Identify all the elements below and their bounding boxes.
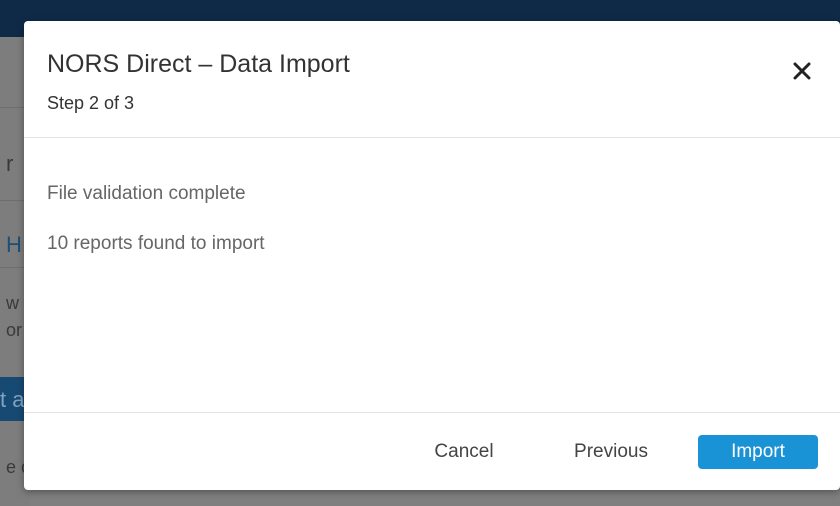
import-button[interactable]: Import (698, 435, 818, 469)
background-text-fragment: r (6, 151, 14, 176)
dialog-footer: Cancel Previous Import (24, 412, 840, 491)
background-text-fragment: or (6, 320, 23, 340)
background-link-fragment: H (6, 232, 22, 257)
dialog-body: File validation complete 10 reports foun… (24, 138, 840, 412)
close-button[interactable] (788, 57, 816, 85)
validation-status-text: File validation complete (47, 183, 246, 204)
dialog-title: NORS Direct – Data Import (47, 50, 350, 78)
cancel-button[interactable]: Cancel (432, 435, 496, 469)
step-indicator: Step 2 of 3 (47, 93, 135, 113)
data-import-dialog: NORS Direct – Data Import Step 2 of 3 Fi… (24, 21, 840, 490)
close-icon (793, 62, 811, 80)
background-text-fragment: w (6, 293, 19, 313)
dialog-header: NORS Direct – Data Import Step 2 of 3 (24, 21, 840, 138)
reports-found-text: 10 reports found to import (47, 233, 265, 254)
previous-button[interactable]: Previous (568, 435, 654, 469)
background-button-fragment: t a (0, 387, 25, 412)
